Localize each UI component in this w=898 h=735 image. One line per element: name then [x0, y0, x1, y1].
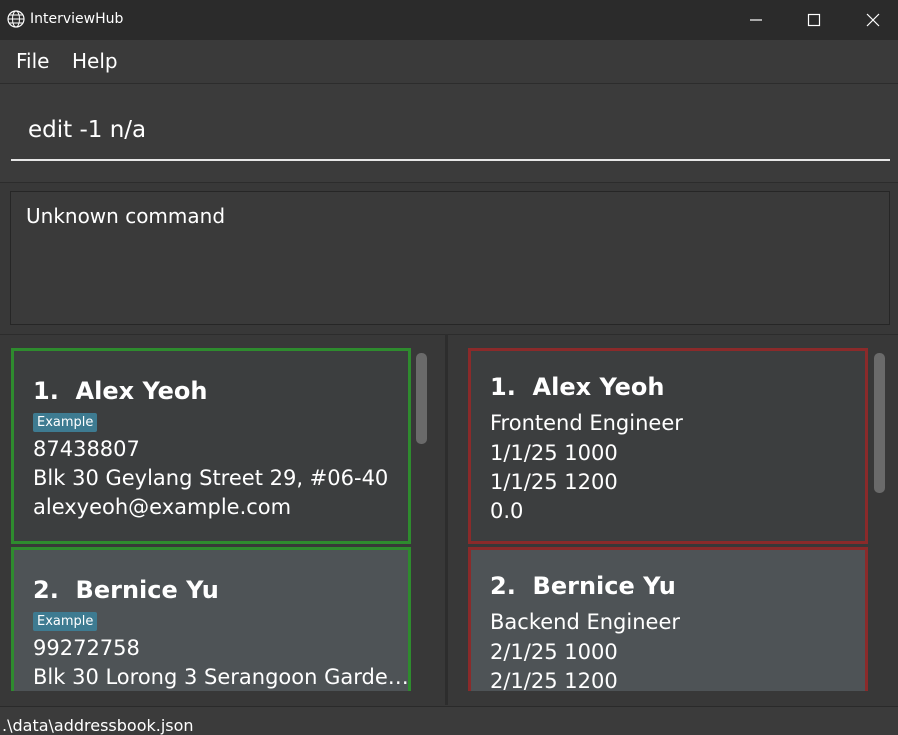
- person-phone: 99272758: [33, 636, 140, 660]
- person-address: Blk 30 Geylang Street 29, #06-40: [33, 466, 389, 490]
- minimize-icon: [750, 19, 762, 21]
- maximize-button[interactable]: [791, 0, 837, 40]
- globe-icon: [6, 9, 26, 29]
- menu-bar: File Help: [0, 40, 898, 84]
- application-card[interactable]: 1. Alex Yeoh Frontend Engineer 1/1/25 10…: [468, 348, 868, 544]
- person-phone: 87438807: [33, 437, 140, 461]
- result-text: Unknown command: [26, 204, 226, 228]
- person-email: alexyeoh@example.com: [33, 495, 292, 519]
- person-tag: Example: [33, 612, 98, 631]
- close-icon: [866, 13, 880, 27]
- window-title: InterviewHub: [30, 11, 124, 27]
- application-name: 2. Bernice Yu: [490, 572, 676, 600]
- person-list-scrollbar[interactable]: [416, 353, 427, 444]
- maximize-icon: [807, 13, 821, 27]
- split-divider[interactable]: [445, 334, 448, 705]
- application-start: 1/1/25 1000: [490, 441, 618, 465]
- application-end: 2/1/25 1200: [490, 669, 618, 691]
- person-list[interactable]: 1. Alex Yeoh Example 87438807 Blk 30 Gey…: [11, 348, 411, 691]
- person-card[interactable]: 2. Bernice Yu Example 99272758 Blk 30 Lo…: [11, 547, 411, 691]
- person-tag: Example: [33, 413, 98, 432]
- application-list[interactable]: 1. Alex Yeoh Frontend Engineer 1/1/25 10…: [468, 348, 868, 691]
- person-name: 1. Alex Yeoh: [33, 377, 208, 405]
- menu-file[interactable]: File: [16, 49, 49, 73]
- save-location: .\data\addressbook.json: [2, 716, 194, 735]
- result-display[interactable]: Unknown command: [10, 191, 890, 325]
- close-button[interactable]: [850, 0, 896, 40]
- application-score: 0.0: [490, 499, 524, 523]
- person-address: Blk 30 Lorong 3 Serangoon Garde…: [33, 665, 409, 689]
- person-name: 2. Bernice Yu: [33, 576, 219, 604]
- menu-help[interactable]: Help: [72, 49, 118, 73]
- command-input[interactable]: [11, 105, 890, 161]
- minimize-button[interactable]: [733, 0, 779, 40]
- application-end: 1/1/25 1200: [490, 470, 618, 494]
- status-bar: .\data\addressbook.json: [0, 706, 898, 735]
- title-bar: InterviewHub: [0, 0, 898, 40]
- application-card[interactable]: 2. Bernice Yu Backend Engineer 2/1/25 10…: [468, 547, 868, 691]
- person-card[interactable]: 1. Alex Yeoh Example 87438807 Blk 30 Gey…: [11, 348, 411, 544]
- application-start: 2/1/25 1000: [490, 640, 618, 664]
- application-name: 1. Alex Yeoh: [490, 373, 665, 401]
- application-list-scrollbar[interactable]: [874, 353, 885, 493]
- application-role: Frontend Engineer: [490, 411, 683, 435]
- application-role: Backend Engineer: [490, 610, 680, 634]
